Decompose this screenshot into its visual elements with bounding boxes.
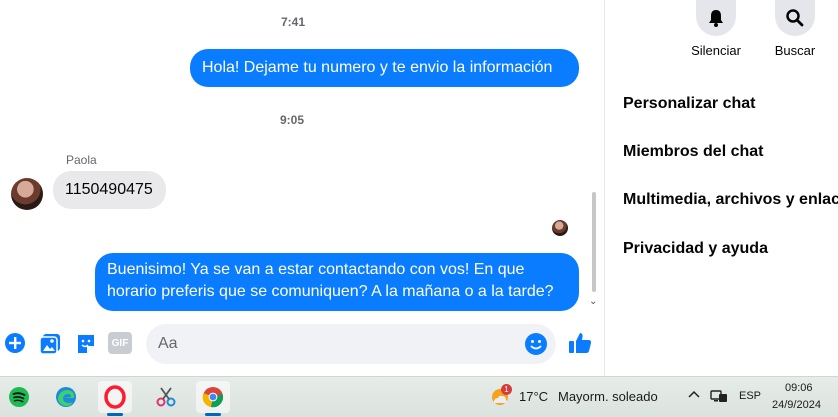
timestamp: 7:41 bbox=[281, 15, 306, 29]
message-input[interactable] bbox=[146, 324, 556, 364]
gif-label: GIF bbox=[108, 332, 132, 354]
menu-chat-members[interactable]: Miembros del chat bbox=[623, 143, 763, 161]
contact-avatar[interactable] bbox=[11, 178, 43, 210]
weather-badge: 1 bbox=[501, 384, 512, 395]
network-icon[interactable] bbox=[710, 389, 728, 408]
search-label: Buscar bbox=[774, 43, 816, 58]
menu-privacy-help[interactable]: Privacidad y ayuda bbox=[623, 240, 768, 258]
snipping-tool-icon[interactable] bbox=[149, 381, 183, 413]
gif-icon[interactable]: GIF bbox=[108, 332, 132, 356]
emoji-icon[interactable] bbox=[524, 332, 548, 356]
outgoing-message[interactable]: Hola! Dejame tu numero y te envio la inf… bbox=[190, 49, 579, 87]
mute-label: Silenciar bbox=[691, 43, 741, 58]
clock-date[interactable]: 24/9/2024 bbox=[772, 399, 821, 411]
menu-customize-chat[interactable]: Personalizar chat bbox=[623, 95, 756, 113]
like-icon[interactable] bbox=[567, 330, 595, 358]
message-input-placeholder: Aa bbox=[158, 335, 178, 352]
incoming-message[interactable]: 1150490475 bbox=[53, 171, 166, 209]
scroll-down-icon[interactable]: ⌄ bbox=[589, 296, 597, 307]
message-line: horario preferis que se comuniquen? A la… bbox=[107, 283, 554, 300]
outgoing-message[interactable]: Buenisimo! Ya se van a estar contactando… bbox=[95, 253, 579, 311]
read-receipt-avatar bbox=[552, 220, 568, 236]
sender-name: Paola bbox=[66, 153, 97, 167]
weather-temperature[interactable]: 17°C bbox=[519, 389, 548, 404]
opera-icon[interactable] bbox=[98, 381, 132, 413]
clock-time[interactable]: 09:06 bbox=[785, 382, 813, 394]
search-icon bbox=[786, 9, 804, 27]
scrollbar-thumb[interactable] bbox=[592, 192, 596, 292]
message-line: Buenisimo! Ya se van a estar contactando… bbox=[107, 261, 525, 278]
edge-icon[interactable] bbox=[49, 381, 83, 413]
sticker-icon[interactable] bbox=[74, 332, 98, 356]
weather-icon[interactable]: 1 bbox=[490, 384, 512, 407]
add-icon[interactable] bbox=[4, 332, 28, 356]
messenger-window: 7:41 Hola! Dejame tu numero y te envio l… bbox=[0, 0, 838, 417]
active-app-indicator bbox=[107, 413, 123, 416]
weather-description[interactable]: Mayorm. soleado bbox=[558, 389, 658, 404]
photo-icon[interactable] bbox=[38, 332, 62, 356]
active-app-indicator bbox=[205, 413, 221, 416]
chevron-up-icon[interactable] bbox=[687, 388, 701, 407]
timestamp: 9:05 bbox=[280, 113, 305, 127]
menu-media-files-links[interactable]: Multimedia, archivos y enlaces bbox=[623, 191, 838, 209]
chrome-icon[interactable] bbox=[196, 381, 230, 413]
bell-icon bbox=[709, 10, 723, 27]
spotify-icon[interactable] bbox=[2, 381, 36, 413]
language-indicator[interactable]: ESP bbox=[739, 390, 761, 402]
